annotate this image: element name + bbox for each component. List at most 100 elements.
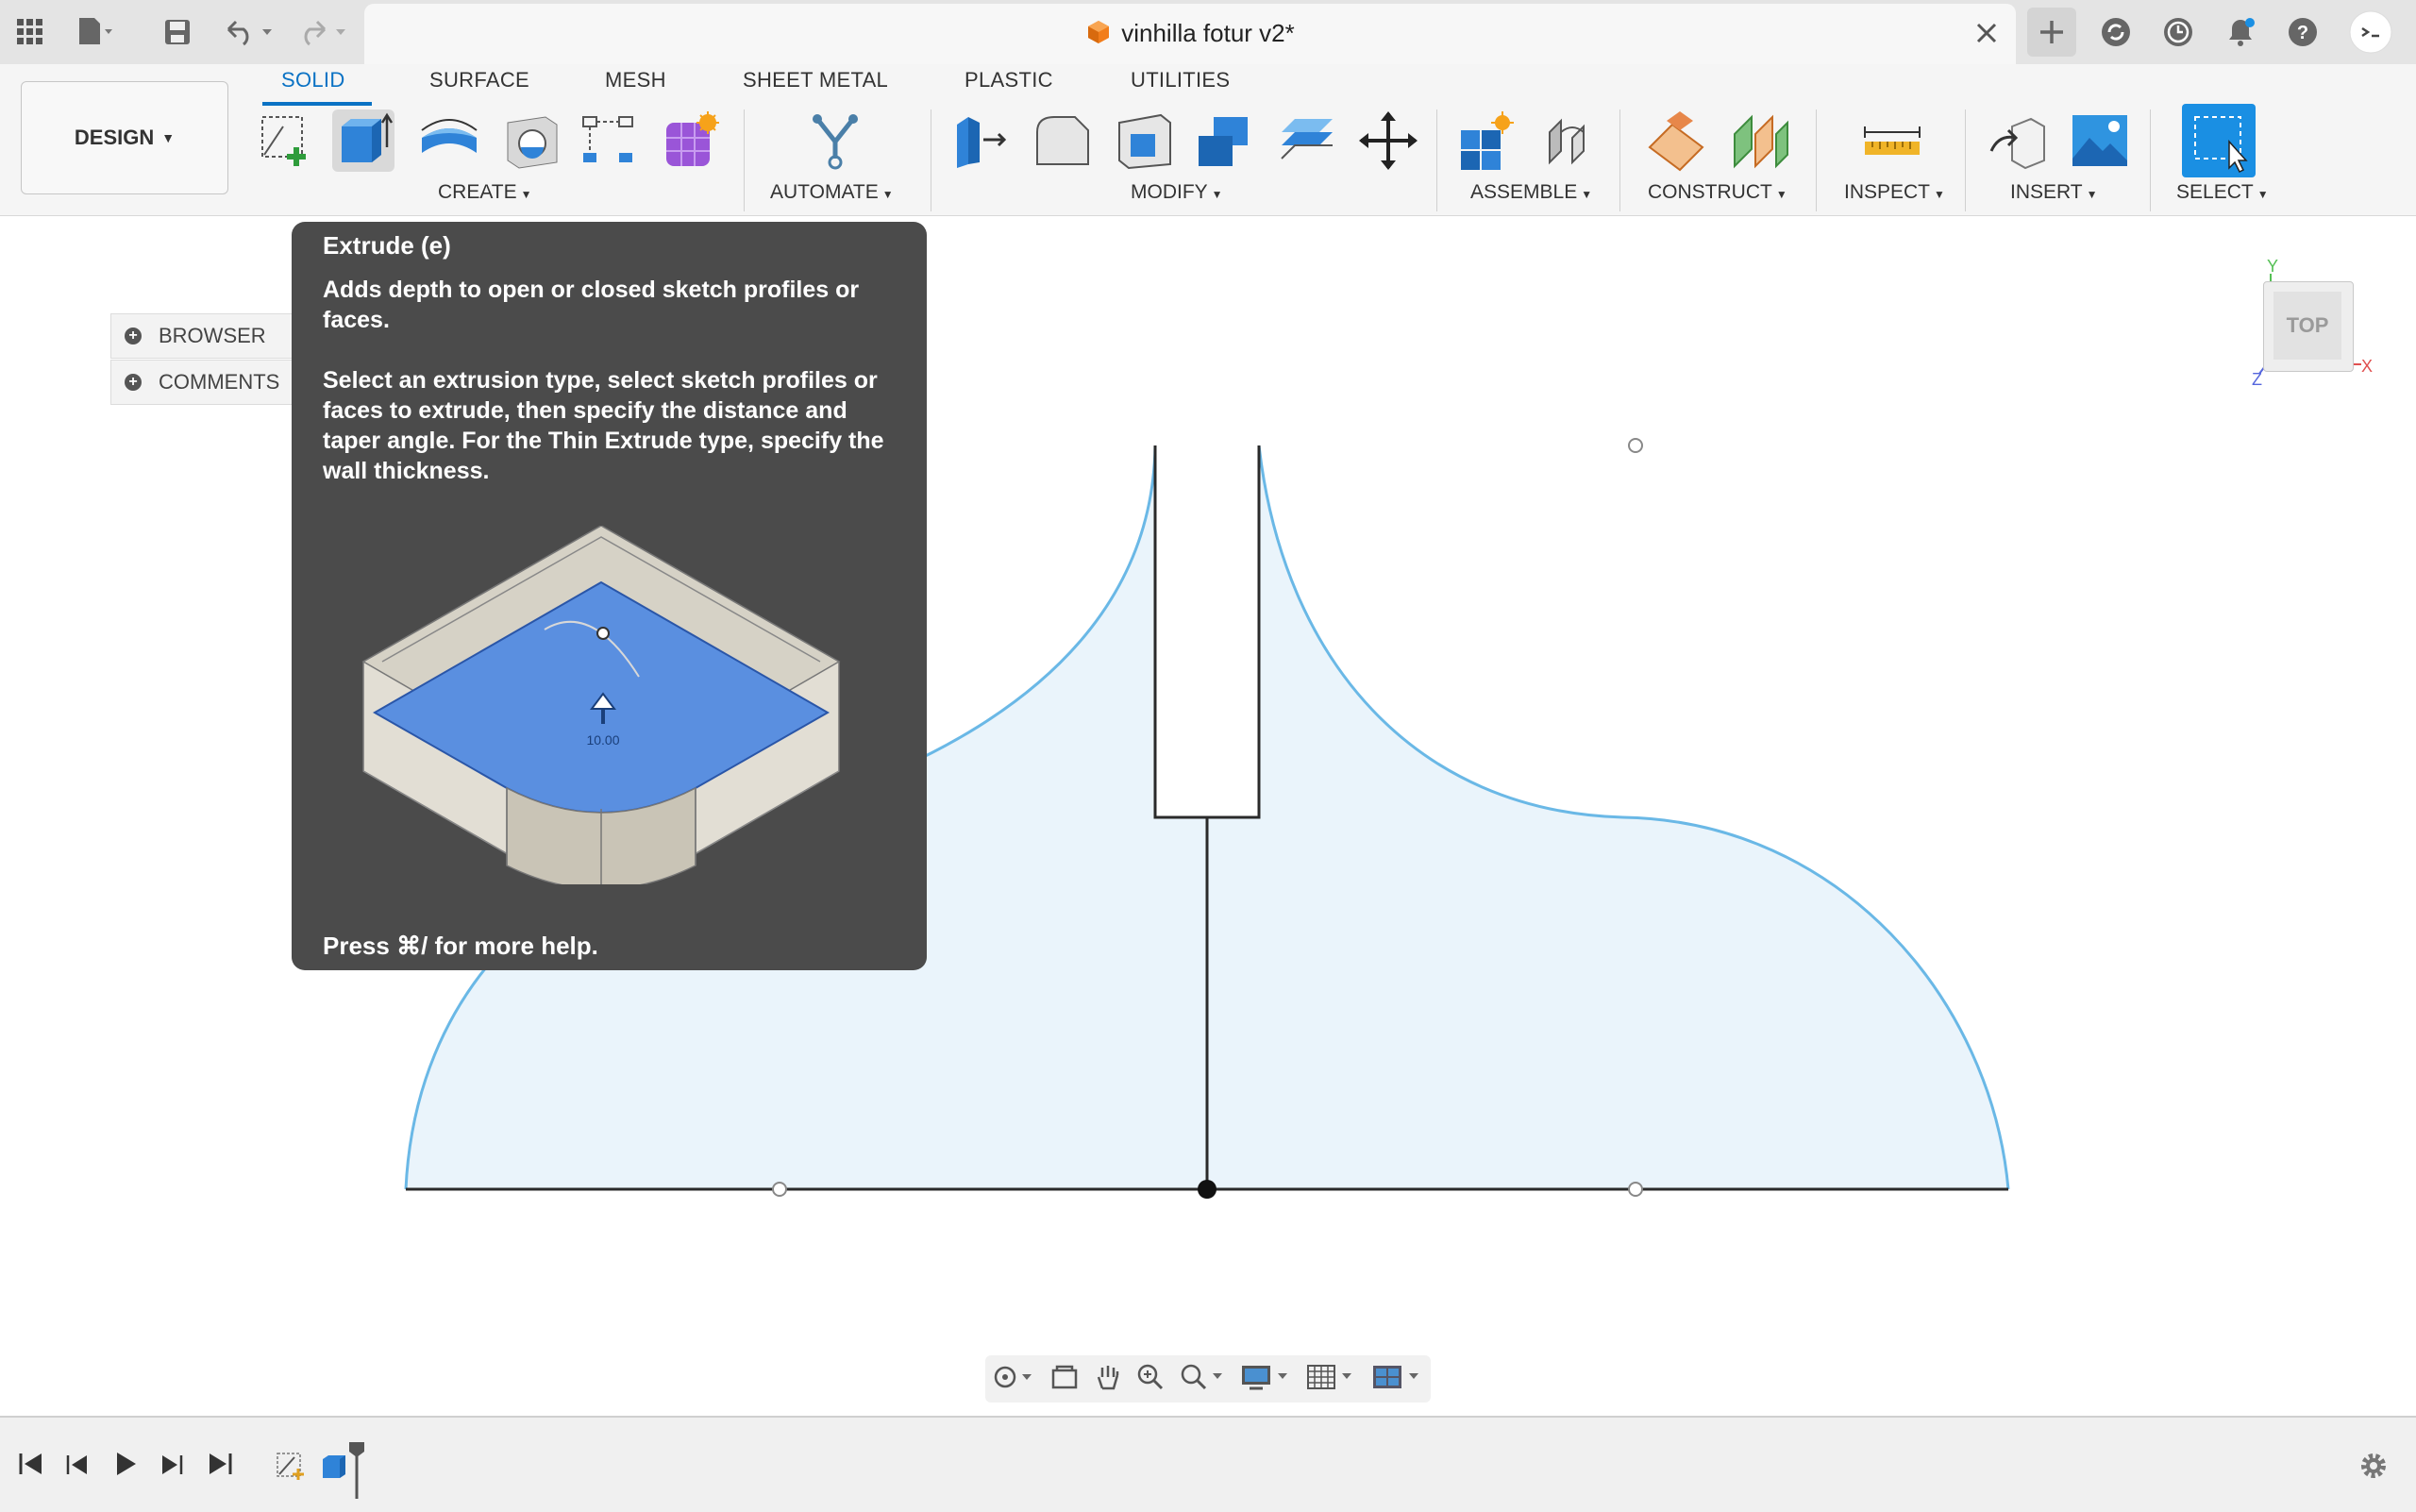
sketch-slot-lines[interactable] <box>1153 445 1261 819</box>
tab-utilities[interactable]: UTILITIES <box>1131 68 1230 92</box>
new-component-button[interactable] <box>1457 109 1519 172</box>
tooltip-footer: Press ⌘/ for more help. <box>323 932 598 960</box>
tab-sheet-metal[interactable]: SHEET METAL <box>743 68 888 92</box>
title-bar: vinhilla fotur v2* ? <box>0 0 2416 65</box>
play-icon[interactable] <box>111 1450 140 1483</box>
history-icon[interactable] <box>2159 13 2197 51</box>
timeline-extrude-icon[interactable] <box>319 1450 351 1487</box>
fillet-button[interactable] <box>1032 109 1094 172</box>
midplane-button[interactable] <box>1729 109 1791 172</box>
new-tab-icon[interactable] <box>2027 8 2076 57</box>
automate-menu[interactable]: AUTOMATE ▼ <box>770 181 894 204</box>
look-at-icon[interactable] <box>1049 1363 1080 1396</box>
tab-plastic[interactable]: PLASTIC <box>965 68 1053 92</box>
document-title: vinhilla fotur v2* <box>364 19 2016 52</box>
create-menu[interactable]: CREATE ▼ <box>438 181 532 204</box>
sketch-point[interactable] <box>772 1182 787 1197</box>
insert-derive-button[interactable] <box>1988 109 2050 172</box>
tab-mesh[interactable]: MESH <box>605 68 666 92</box>
chevron-down-icon: ▼ <box>1581 188 1593 201</box>
modify-label: MODIFY <box>1131 181 1208 203</box>
go-to-start-icon[interactable] <box>17 1450 45 1483</box>
construct-menu[interactable]: CONSTRUCT ▼ <box>1648 181 1787 204</box>
document-tab[interactable]: vinhilla fotur v2* <box>364 4 2016 64</box>
assemble-menu[interactable]: ASSEMBLE ▼ <box>1470 181 1592 204</box>
step-forward-icon[interactable] <box>159 1452 185 1483</box>
orbit-icon[interactable] <box>992 1363 1037 1396</box>
viewports-icon[interactable] <box>1371 1362 1424 1397</box>
chevron-down-icon: ▼ <box>1775 188 1787 201</box>
app-grid-icon[interactable] <box>13 13 47 51</box>
select-menu[interactable]: SELECT ▼ <box>2176 181 2269 204</box>
insert-canvas-button[interactable] <box>2069 109 2131 172</box>
select-button[interactable] <box>2182 104 2256 177</box>
user-icon[interactable] <box>2346 10 2395 54</box>
z-axis-label: Z <box>2252 370 2262 389</box>
hole-button[interactable] <box>500 109 562 172</box>
timeline-sketch-icon[interactable] <box>274 1450 306 1487</box>
create-label: CREATE <box>438 181 517 203</box>
combine-button[interactable] <box>1193 109 1255 172</box>
grid-settings-icon[interactable] <box>1306 1362 1359 1397</box>
create-sketch-button[interactable] <box>255 109 317 172</box>
zoom-icon[interactable] <box>1135 1362 1166 1397</box>
undo-icon[interactable] <box>223 13 279 51</box>
origin-point[interactable] <box>1198 1180 1216 1199</box>
separator <box>744 109 745 211</box>
automate-button[interactable] <box>804 109 866 172</box>
tooltip-title: Extrude (e) <box>323 231 451 260</box>
separator <box>2150 109 2151 211</box>
view-cube[interactable]: TOP <box>2263 281 2354 372</box>
sketch-point[interactable] <box>1628 438 1643 453</box>
chevron-down-icon: ▼ <box>881 188 894 201</box>
construct-label: CONSTRUCT <box>1648 181 1772 203</box>
press-pull-button[interactable] <box>951 109 1014 172</box>
fit-icon[interactable] <box>1179 1362 1228 1397</box>
chevron-down-icon: ▼ <box>2257 188 2269 201</box>
go-to-end-icon[interactable] <box>206 1450 234 1483</box>
workspace-label: DESIGN <box>74 126 155 149</box>
tab-solid[interactable]: SOLID <box>281 68 345 92</box>
view-cube-top-face[interactable]: TOP <box>2273 292 2341 360</box>
help-icon[interactable]: ? <box>2284 13 2322 51</box>
pattern-button[interactable] <box>578 109 640 172</box>
save-icon[interactable] <box>160 13 194 51</box>
separator <box>1965 109 1966 211</box>
chevron-down-icon: ▼ <box>161 130 176 145</box>
measure-button[interactable] <box>1861 109 1923 172</box>
insert-menu[interactable]: INSERT ▼ <box>2010 181 2098 204</box>
file-icon[interactable] <box>76 13 113 51</box>
sync-icon[interactable] <box>2097 13 2135 51</box>
timeline-marker[interactable] <box>347 1442 366 1504</box>
step-back-icon[interactable] <box>64 1452 91 1483</box>
create-form-button[interactable] <box>661 109 723 172</box>
notifications-icon[interactable] <box>2222 13 2259 51</box>
redo-icon[interactable] <box>296 13 353 51</box>
move-copy-button[interactable] <box>1357 109 1419 172</box>
sketch-point[interactable] <box>1628 1182 1643 1197</box>
tooltip-description: Select an extrusion type, select sketch … <box>323 367 884 484</box>
chevron-down-icon: ▼ <box>1934 188 1945 201</box>
pan-icon[interactable] <box>1093 1362 1123 1397</box>
inspect-menu[interactable]: INSPECT ▼ <box>1844 181 1945 204</box>
shell-button[interactable] <box>1114 109 1176 172</box>
active-tab-indicator <box>262 102 372 106</box>
extrude-illustration: 10.00 <box>361 526 841 884</box>
separator <box>1816 109 1817 211</box>
assemble-label: ASSEMBLE <box>1470 181 1578 203</box>
joint-button[interactable] <box>1540 109 1602 172</box>
modify-menu[interactable]: MODIFY ▼ <box>1131 181 1223 204</box>
workspace-design-button[interactable]: DESIGN ▼ <box>21 81 228 194</box>
chevron-down-icon: ▼ <box>520 188 532 201</box>
display-settings-icon[interactable] <box>1240 1362 1293 1397</box>
settings-gear-icon[interactable] <box>2357 1450 2390 1487</box>
tab-surface[interactable]: SURFACE <box>429 68 529 92</box>
chevron-down-icon: ▼ <box>1211 188 1223 201</box>
insert-label: INSERT <box>2010 181 2083 203</box>
inspect-label: INSPECT <box>1844 181 1931 203</box>
revolve-button[interactable] <box>418 109 480 172</box>
extrude-button[interactable] <box>332 109 394 172</box>
offset-face-button[interactable] <box>1276 109 1338 172</box>
close-tab-icon[interactable] <box>1974 21 1999 50</box>
offset-plane-button[interactable] <box>1646 109 1708 172</box>
